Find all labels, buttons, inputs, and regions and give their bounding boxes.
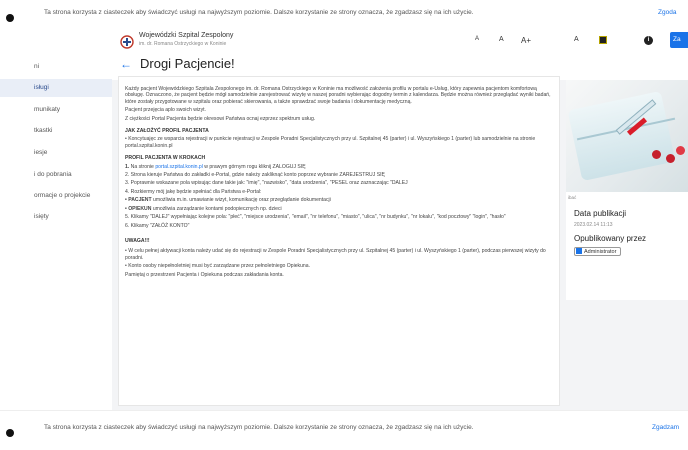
note-3: Pamiętaj o przestrzeni Pacjenta i Opieku…	[125, 271, 284, 278]
step-3: 3. Poprawnie wskazane pola wpisując dane…	[125, 180, 408, 187]
step-2: 2. Strona kieruje Państwa do zakładki e-…	[125, 172, 385, 179]
sidebar: ni isługi munikaty tkastki iesje i do po…	[0, 28, 112, 410]
page: ni isługi munikaty tkastki iesje i do po…	[0, 28, 688, 410]
published-by-label: Opublikowany przez	[574, 234, 647, 243]
article-intro: Każdy pacjent Wojewódzkiego Szpitala Zes…	[125, 86, 551, 105]
author-name: Administrator	[584, 249, 617, 255]
section-heading-note: UWAGA!!!	[125, 237, 150, 244]
header: Wojewódzki Szpital Zespolony im. dr. Rom…	[112, 28, 688, 80]
sidebar-item-services[interactable]: isługi	[0, 79, 112, 97]
image-credit: ibać	[568, 195, 577, 200]
step-number: 1.	[125, 163, 130, 170]
info-icon[interactable]: i	[644, 36, 653, 45]
cookie-message: Ta strona korzysta z ciasteczek aby świa…	[44, 9, 474, 16]
hospital-subtitle: im. dr. Romana Ostrzyckiego w Koninie	[139, 41, 227, 47]
font-size-large-button[interactable]: A+	[521, 36, 531, 45]
user-icon	[576, 248, 582, 254]
article-image	[566, 80, 688, 192]
section-heading-register: JAK ZAŁOŻYĆ PROFIL PACJENTA	[125, 128, 209, 135]
author-badge[interactable]: Administrator	[574, 247, 622, 256]
bullet-icon	[6, 14, 14, 22]
publication-date: 2023.02.14 11:13	[574, 222, 613, 228]
publication-date-label: Data publikacji	[574, 209, 627, 218]
step-1: 1. Na stronie portal.szpital.konin.pl w …	[125, 164, 553, 170]
role-guardian-text: umożliwia zarządzanie kontami podopieczn…	[151, 205, 282, 212]
sidebar-item-announcements[interactable]: munikaty	[0, 101, 112, 119]
register-text: • Koncytuajęc ze wsparcia rejestracji w …	[125, 136, 536, 149]
note-1: • W celu pełnej aktywacji konta należy u…	[125, 248, 546, 261]
pill-shape	[666, 154, 675, 163]
step-text: w prawym górnym rogu kliknij ZALOGUJ SIĘ	[202, 163, 306, 170]
sidebar-item-home[interactable]: ni	[0, 58, 112, 76]
sidebar-item-downloads[interactable]: i do pobrania	[0, 166, 112, 184]
role-guardian: • OPIEKUN	[125, 205, 152, 212]
step-5: 5. Klikamy "DALEJ" wypełniając kolejne p…	[125, 214, 506, 221]
cookie-accept-link[interactable]: Zgoda	[658, 9, 676, 16]
hospital-name: Wojewódzki Szpital Zespolony	[139, 32, 234, 39]
role-patient: • PACJENT	[125, 197, 152, 204]
portal-link[interactable]: portal.szpital.konin.pl	[155, 164, 203, 170]
sidebar-item-project-info[interactable]: ormacje o projekcie	[0, 187, 112, 205]
font-size-small-button[interactable]: A	[475, 36, 479, 42]
cookie-banner-top: Ta strona korzysta z ciasteczek aby świa…	[0, 0, 688, 28]
article-intro-3: Z ciężkości Portal Pacjenta będzie okres…	[125, 115, 316, 122]
step-text: Na stronie	[130, 163, 156, 170]
login-button[interactable]: Za	[670, 32, 688, 48]
step-6: 6. Klikamy "ZAŁÓŻ KONTO"	[125, 222, 190, 229]
back-arrow-icon[interactable]: ←	[120, 57, 132, 71]
font-size-medium-button[interactable]: A	[499, 36, 504, 43]
page-title: Drogi Pacjencie!	[140, 56, 235, 71]
step-4b: • OPIEKUN umożliwia zarządzanie kontami …	[125, 206, 553, 212]
pill-shape	[676, 146, 685, 155]
article-info-card: ibać Data publikacji 2023.02.14 11:13 Op…	[566, 80, 688, 300]
sidebar-item-contact[interactable]: isięty	[0, 208, 112, 226]
cookie-accept-link[interactable]: Zgadzam	[652, 424, 679, 431]
cookie-banner-bottom: Ta strona korzysta z ciasteczek aby świa…	[0, 410, 688, 442]
hospital-logo-icon[interactable]	[120, 35, 134, 49]
article-content: Każdy pacjent Wojewódzkiego Szpitala Zes…	[118, 76, 560, 406]
bullet-icon	[6, 429, 14, 437]
sidebar-item-missions[interactable]: iesje	[0, 144, 112, 162]
note-2: • Konto osoby niepełnoletniej musi być z…	[125, 263, 310, 270]
article-intro-2: Pacjent przejęcia aplo swoich wizyt.	[125, 107, 206, 114]
step-4a: • PACJENT umożliwia m.in. umawianie wizy…	[125, 197, 553, 203]
section-heading-steps: PROFIL PACJENTA W KROKACH	[125, 155, 206, 162]
cookie-message: Ta strona korzysta z ciasteczek aby świa…	[44, 424, 474, 431]
contrast-icon[interactable]	[599, 36, 607, 44]
step-4: 4. Rozkiermy mój jakę będzie spełniać dl…	[125, 188, 262, 195]
role-patient-text: umożliwia m.in. umawianie wizyt, komunik…	[151, 197, 331, 204]
contrast-a-button[interactable]: A	[574, 36, 579, 43]
sidebar-item-news[interactable]: tkastki	[0, 122, 112, 140]
pill-shape	[652, 150, 661, 159]
